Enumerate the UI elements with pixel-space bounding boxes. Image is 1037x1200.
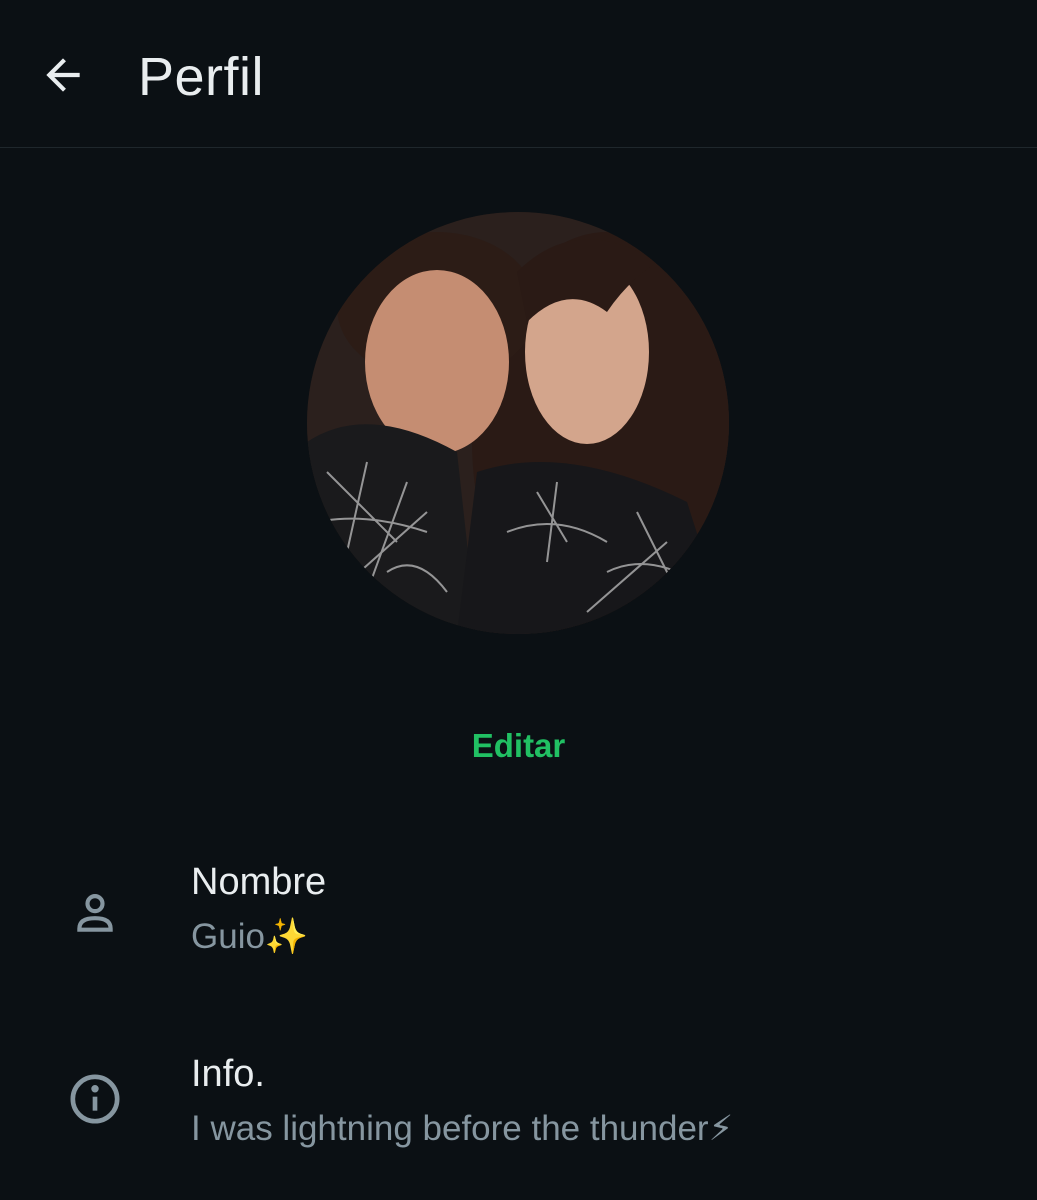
edit-photo-link-container: Editar xyxy=(0,722,1037,770)
name-label: Nombre xyxy=(191,861,327,903)
info-value: I was lightning before the thunder⚡ xyxy=(191,1109,734,1148)
info-icon xyxy=(60,1064,130,1134)
back-button[interactable] xyxy=(32,44,94,106)
name-row[interactable]: Nombre Guio✨ xyxy=(0,838,1037,988)
person-icon xyxy=(60,878,130,948)
page-title: Perfil xyxy=(138,47,265,107)
profile-photo[interactable] xyxy=(307,212,729,634)
app-bar: Perfil xyxy=(0,0,1037,148)
name-value: Guio✨ xyxy=(191,917,309,956)
info-row[interactable]: Info. I was lightning before the thunder… xyxy=(0,1030,1037,1180)
info-label: Info. xyxy=(191,1053,265,1095)
edit-photo-button[interactable]: Editar xyxy=(472,727,566,764)
arrow-left-icon xyxy=(46,58,80,92)
